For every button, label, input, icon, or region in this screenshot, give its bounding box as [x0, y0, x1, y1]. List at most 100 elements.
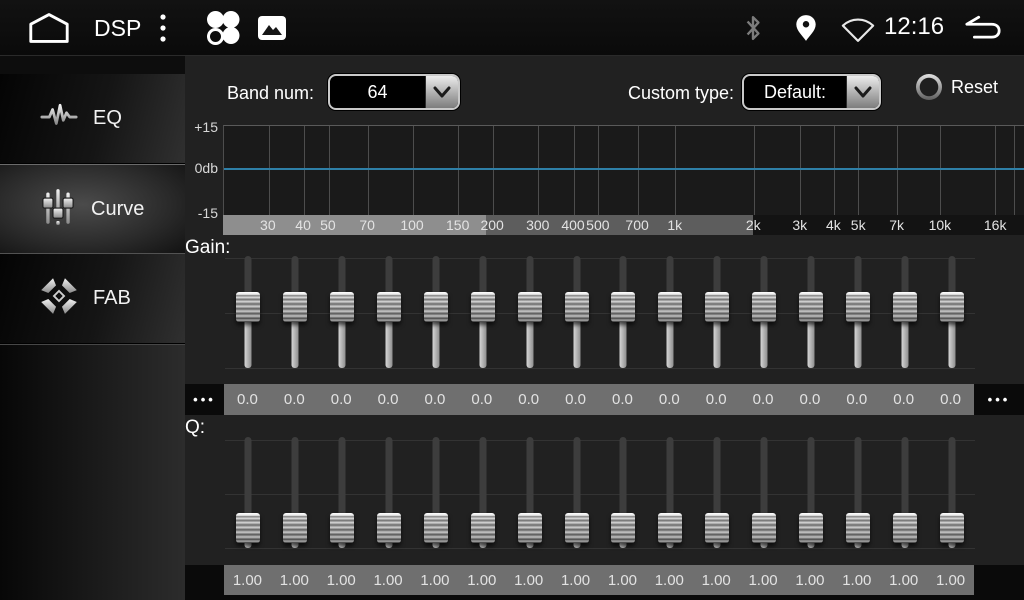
gain-slider[interactable]	[928, 246, 975, 384]
gain-value: 0.0	[318, 384, 365, 415]
slider-thumb[interactable]	[236, 513, 260, 543]
eq-plot[interactable]	[223, 125, 1024, 215]
q-slider[interactable]	[413, 432, 460, 565]
slider-thumb[interactable]	[846, 292, 870, 322]
slider-thumb[interactable]	[752, 292, 776, 322]
slider-thumb[interactable]	[236, 292, 260, 322]
chevron-down-icon[interactable]	[846, 76, 879, 108]
sidebar-item-eq[interactable]: EQ	[0, 74, 185, 164]
gain-value: 0.0	[552, 384, 599, 415]
slider-thumb[interactable]	[518, 513, 542, 543]
launcher-clover-icon[interactable]	[203, 8, 243, 48]
q-slider[interactable]	[694, 432, 741, 565]
home-icon[interactable]	[26, 11, 72, 45]
sidebar-item-curve[interactable]: Curve	[0, 164, 185, 254]
gain-slider[interactable]	[459, 246, 506, 384]
overflow-menu-icon[interactable]	[158, 11, 168, 45]
reset-button[interactable]: Reset	[916, 74, 998, 100]
gain-more-right-button[interactable]: •••	[974, 384, 1024, 415]
slider-thumb[interactable]	[565, 513, 589, 543]
gallery-icon[interactable]	[257, 15, 287, 41]
grid-vline	[538, 126, 539, 215]
waveform-icon	[40, 101, 78, 136]
gain-value: 0.0	[693, 384, 740, 415]
slider-thumb[interactable]	[658, 292, 682, 322]
slider-thumb[interactable]	[658, 513, 682, 543]
slider-thumb[interactable]	[799, 513, 823, 543]
slider-thumb[interactable]	[377, 292, 401, 322]
gain-more-left-button[interactable]: •••	[185, 384, 224, 415]
q-slider[interactable]	[647, 432, 694, 565]
slider-thumb[interactable]	[377, 513, 401, 543]
gain-slider[interactable]	[694, 246, 741, 384]
slider-thumb[interactable]	[893, 292, 917, 322]
slider-thumb[interactable]	[752, 513, 776, 543]
grid-vline	[413, 126, 414, 215]
q-sliders	[225, 432, 975, 565]
slider-thumb[interactable]	[518, 292, 542, 322]
q-value: 1.00	[599, 565, 646, 595]
q-slider[interactable]	[459, 432, 506, 565]
gain-slider[interactable]	[413, 246, 460, 384]
gain-slider[interactable]	[834, 246, 881, 384]
q-slider[interactable]	[834, 432, 881, 565]
gain-slider[interactable]	[881, 246, 928, 384]
back-icon[interactable]	[960, 14, 1006, 42]
gain-slider[interactable]	[272, 246, 319, 384]
gain-slider[interactable]	[600, 246, 647, 384]
frequency-axis[interactable]: 304050701001502003004005007001k2k3k4k5k7…	[223, 215, 1024, 235]
slider-thumb[interactable]	[424, 513, 448, 543]
slider-thumb[interactable]	[611, 513, 635, 543]
gain-slider[interactable]	[506, 246, 553, 384]
slider-thumb[interactable]	[705, 292, 729, 322]
q-slider[interactable]	[928, 432, 975, 565]
q-slider[interactable]	[366, 432, 413, 565]
gain-slider[interactable]	[647, 246, 694, 384]
slider-thumb[interactable]	[565, 292, 589, 322]
eq-curve-line	[224, 168, 1024, 170]
slider-thumb[interactable]	[330, 513, 354, 543]
slider-thumb[interactable]	[940, 292, 964, 322]
q-slider[interactable]	[788, 432, 835, 565]
gain-slider[interactable]	[788, 246, 835, 384]
slider-thumb[interactable]	[705, 513, 729, 543]
grid-vline	[858, 126, 859, 215]
q-slider[interactable]	[225, 432, 272, 565]
custom-type-select[interactable]: Default:	[742, 74, 881, 110]
gain-slider[interactable]	[225, 246, 272, 384]
slider-thumb[interactable]	[471, 292, 495, 322]
slider-thumb[interactable]	[893, 513, 917, 543]
freq-tick-label: 30	[260, 215, 276, 235]
gain-slider[interactable]	[366, 246, 413, 384]
q-slider[interactable]	[881, 432, 928, 565]
gain-value: 0.0	[646, 384, 693, 415]
q-value: 1.00	[224, 565, 271, 595]
band-num-select[interactable]: 64	[328, 74, 460, 110]
q-slider[interactable]	[600, 432, 647, 565]
gain-slider[interactable]	[741, 246, 788, 384]
slider-thumb[interactable]	[330, 292, 354, 322]
slider-thumb[interactable]	[611, 292, 635, 322]
slider-thumb[interactable]	[471, 513, 495, 543]
q-slider[interactable]	[272, 432, 319, 565]
freq-tick-label: 1k	[667, 215, 682, 235]
freq-tick-label: 700	[625, 215, 648, 235]
sidebar-item-fab[interactable]: FAB	[0, 254, 185, 344]
slider-thumb[interactable]	[424, 292, 448, 322]
q-slider[interactable]	[553, 432, 600, 565]
gain-slider[interactable]	[553, 246, 600, 384]
sidebar-filler	[0, 344, 185, 600]
slider-thumb[interactable]	[283, 292, 307, 322]
slider-thumb[interactable]	[799, 292, 823, 322]
chevron-down-icon[interactable]	[425, 76, 458, 108]
grid-vline	[995, 126, 996, 215]
slider-thumb[interactable]	[283, 513, 307, 543]
slider-thumb[interactable]	[846, 513, 870, 543]
q-slider[interactable]	[506, 432, 553, 565]
slider-thumb[interactable]	[940, 513, 964, 543]
q-slider[interactable]	[741, 432, 788, 565]
q-slider[interactable]	[319, 432, 366, 565]
gain-slider[interactable]	[319, 246, 366, 384]
reset-radio-icon[interactable]	[916, 74, 942, 100]
eq-y-axis: +15 0db -15	[185, 117, 218, 227]
